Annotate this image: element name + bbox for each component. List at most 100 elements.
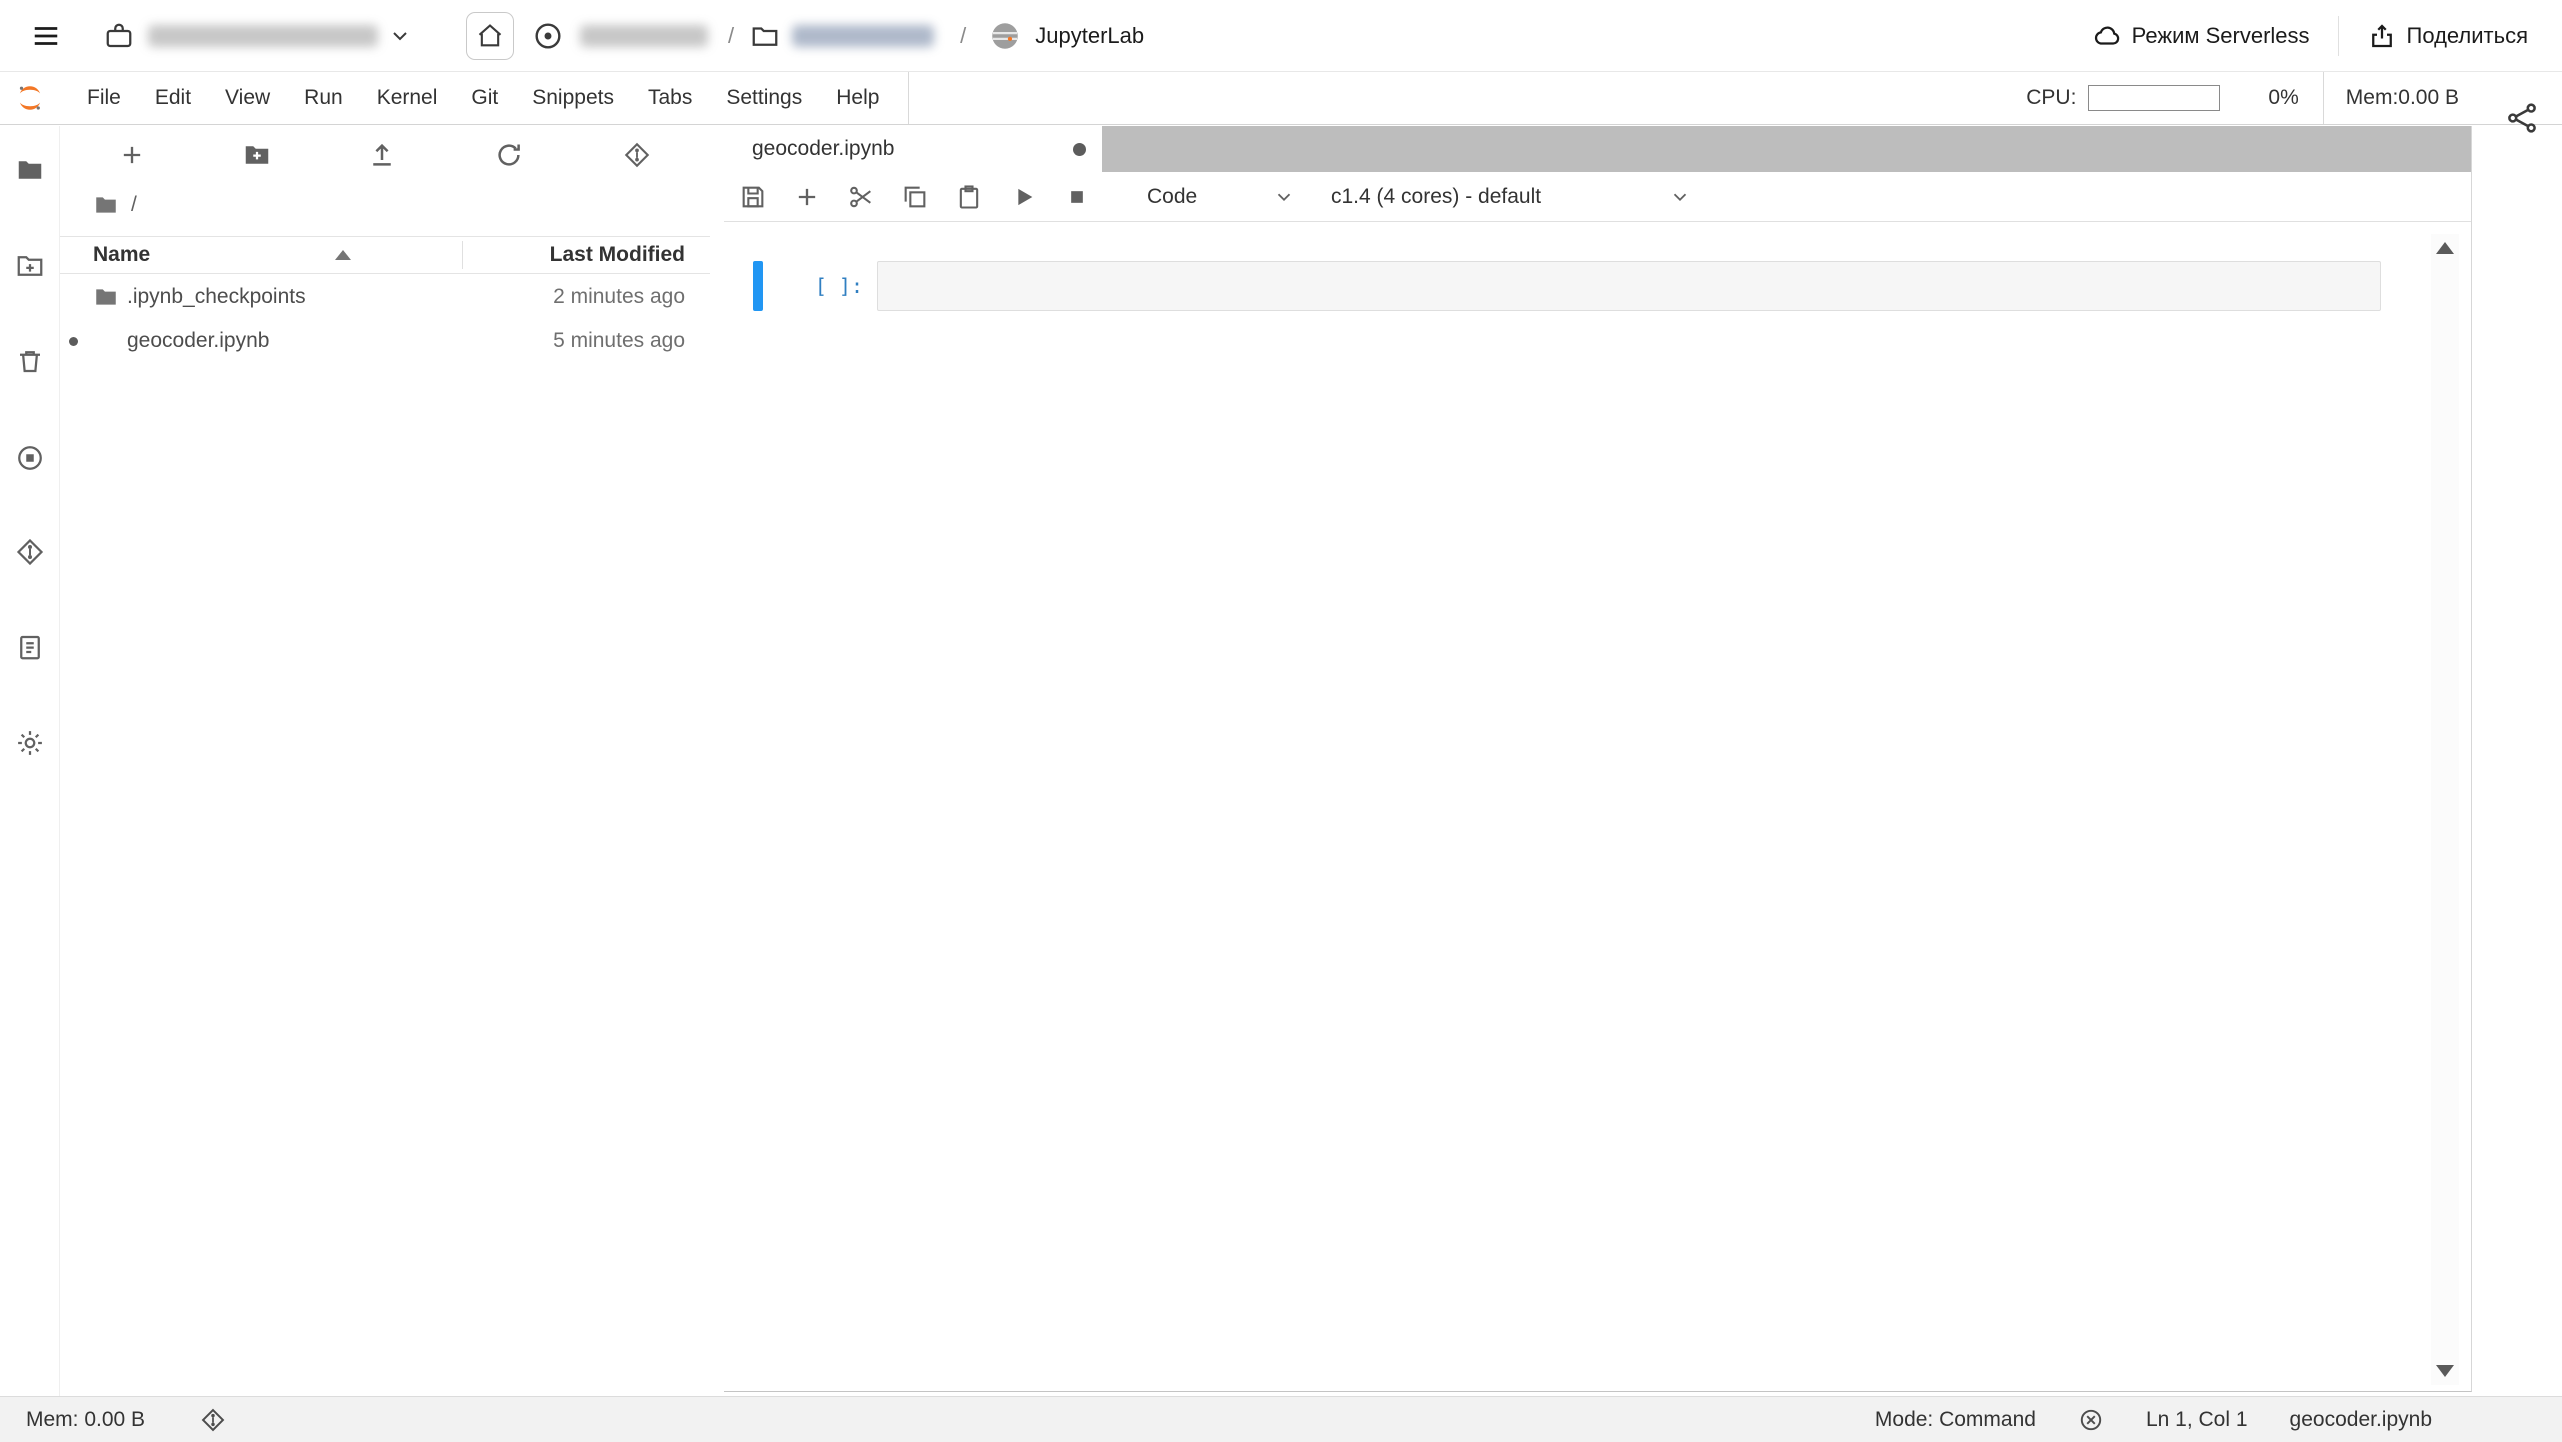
cloud-icon [2092,21,2122,51]
cpu-percent: 0% [2268,86,2298,110]
command-mode-indicator[interactable]: Mode: Command [1875,1408,2036,1432]
main-dock-panel: geocoder.ipynb [724,126,2472,1392]
upload-icon[interactable] [366,139,398,171]
kernel-name: c1.4 (4 cores) - default [1331,185,1541,209]
file-modified: 2 minutes ago [553,285,685,309]
tab-geocoder-ipynb[interactable]: geocoder.ipynb [724,126,1102,172]
dock-tab-bar: geocoder.ipynb [724,126,2471,172]
snippets-list-tab-icon[interactable] [14,631,46,663]
file-modified: 5 minutes ago [553,329,685,353]
top-bar: / / JupyterLab Режим Serverless П [0,0,2562,72]
scroll-down-icon[interactable] [2436,1365,2454,1377]
file-row-notebook[interactable]: geocoder.ipynb 5 minutes ago [60,319,710,363]
notebook-file-icon [93,328,119,354]
redacted-task-id[interactable] [792,25,934,47]
menu-item-tabs[interactable]: Tabs [631,86,709,110]
column-header-name[interactable]: Name [93,243,150,267]
menu-item-settings[interactable]: Settings [709,86,819,110]
cell-type-dropdown[interactable]: Code [1147,185,1295,209]
hamburger-menu-icon[interactable] [30,20,62,52]
redacted-project-name [580,25,708,47]
left-sidebar-tabs [0,126,60,1396]
cursor-position[interactable]: Ln 1, Col 1 [2146,1408,2248,1432]
share-button-label[interactable]: Поделиться [2407,23,2528,49]
breadcrumb-separator: / [960,23,966,49]
memory-status[interactable]: Mem: 0.00 B [26,1408,145,1432]
scroll-up-icon[interactable] [2436,242,2454,254]
menu-item-file[interactable]: File [70,86,138,110]
new-folder-icon[interactable] [241,139,273,171]
menu-item-git[interactable]: Git [454,86,515,110]
breadcrumb-root[interactable]: / [131,193,137,217]
file-row-checkpoints[interactable]: .ipynb_checkpoints 2 minutes ago [60,275,710,319]
menu-item-snippets[interactable]: Snippets [515,86,631,110]
home-button[interactable] [466,12,514,60]
copy-cells-icon[interactable] [901,183,929,211]
running-sessions-tab-icon[interactable] [14,442,46,474]
file-name: .ipynb_checkpoints [127,285,306,309]
code-cell-editor[interactable] [877,261,2381,311]
redacted-workspace-name [148,25,378,47]
settings-tab-icon[interactable] [14,727,46,759]
git-status-icon[interactable] [200,1407,226,1433]
serverless-mode-label[interactable]: Режим Serverless [2132,23,2310,49]
tab-title: geocoder.ipynb [752,137,1061,161]
menu-item-view[interactable]: View [208,86,287,110]
connections-icon[interactable] [2504,100,2540,136]
unsaved-changes-dot[interactable] [1073,143,1086,156]
paste-cells-icon[interactable] [955,183,983,211]
home-icon [476,22,504,50]
notebook-scrollbar[interactable] [2431,234,2459,1385]
menu-item-kernel[interactable]: Kernel [360,86,455,110]
file-browser-panel: / Name Last Modified .ipynb_checkpoints … [60,126,710,1396]
menu-item-help[interactable]: Help [819,86,896,110]
file-name: geocoder.ipynb [127,329,269,353]
new-launcher-icon[interactable] [116,139,148,171]
chevron-down-icon [1669,186,1691,208]
cell-input-prompt: [ ]: [763,261,877,311]
menubar-divider [908,72,909,124]
file-list: .ipynb_checkpoints 2 minutes ago geocode… [60,275,710,363]
briefcase-icon[interactable] [104,21,134,51]
notebook-toolbar: Code c1.4 (4 cores) - default [724,172,2471,222]
chevron-down-icon [1273,186,1295,208]
file-browser-breadcrumb: / [60,184,710,226]
cell-type-value: Code [1147,185,1197,209]
jupyterlab-title: JupyterLab [1035,23,1144,49]
memory-usage-label: Mem:0.00 B [2346,86,2459,110]
run-cell-icon[interactable] [1009,183,1037,211]
folder-outline-icon [750,21,780,51]
new-folder-tab-icon[interactable] [14,250,46,282]
share-icon [2367,21,2397,51]
cpu-label: CPU: [2026,86,2076,110]
code-cell[interactable]: [ ]: [753,261,2381,311]
cut-cells-icon[interactable] [847,183,875,211]
jupyter-logo [14,82,46,114]
insert-cell-icon[interactable] [793,183,821,211]
git-tab-icon[interactable] [14,536,46,568]
folder-icon [93,284,119,310]
app-root: / / JupyterLab Режим Serverless П [0,0,2562,1442]
active-file-name: geocoder.ipynb [2290,1408,2432,1432]
notebook-content: [ ]: [724,222,2471,1391]
git-clone-icon[interactable] [621,139,653,171]
menu-bar: File Edit View Run Kernel Git Snippets T… [0,72,2562,125]
git-status-dot [69,337,78,346]
kernel-dropdown[interactable]: c1.4 (4 cores) - default [1331,185,1691,209]
bucket-tab-icon[interactable] [14,345,46,377]
refresh-icon[interactable] [493,139,525,171]
root-folder-icon[interactable] [93,192,119,218]
kernel-status-icon[interactable] [2078,1407,2104,1433]
stop-kernel-icon[interactable] [1063,183,1091,211]
cpu-usage-bar [2088,85,2220,111]
file-browser-tab-icon[interactable] [14,154,46,186]
target-icon[interactable] [532,20,564,52]
menu-item-edit[interactable]: Edit [138,86,208,110]
save-icon[interactable] [739,183,767,211]
file-browser-toolbar [60,126,710,184]
column-header-modified[interactable]: Last Modified [550,243,685,267]
chevron-down-icon[interactable] [388,24,412,48]
status-bar: Mem: 0.00 B Mode: Command Ln 1, Col 1 ge… [0,1396,2562,1442]
menu-item-run[interactable]: Run [287,86,360,110]
active-cell-collapser[interactable] [753,261,763,311]
